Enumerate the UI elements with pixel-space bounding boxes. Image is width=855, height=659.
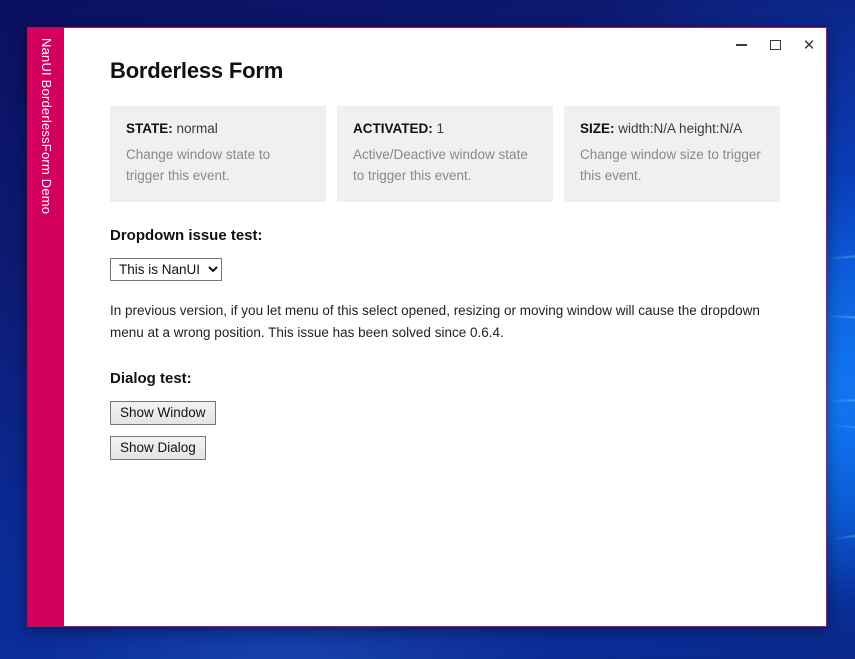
show-window-button[interactable]: Show Window [110,400,216,425]
card-description: Active/Deactive window state to trigger … [353,146,528,183]
card-description: Change window state to trigger this even… [126,146,271,183]
card-head: STATE: normal [126,120,310,138]
sidebar-title-label: NanUI BorderlessForm Demo [39,38,54,215]
dropdown-section: Dropdown issue test: This is NanUI In pr… [110,227,780,344]
desktop-background: NanUI BorderlessForm Demo ✕ Borderless F… [0,0,855,659]
card-head: SIZE: width:N/A height:N/A [580,120,764,138]
show-dialog-button[interactable]: Show Dialog [110,435,206,460]
close-icon: ✕ [802,36,816,54]
status-cards: STATE: normal Change window state to tri… [110,106,780,203]
close-button[interactable]: ✕ [792,30,826,60]
minimize-icon [735,44,747,46]
card-description: Change window size to trigger this event… [580,146,761,183]
maximize-icon [769,40,781,50]
card-key: ACTIVATED: [353,121,433,136]
card-value: width:N/A height:N/A [618,121,743,136]
wallpaper-streak [824,423,855,438]
page-body: Borderless Form STATE: normal Change win… [64,28,826,460]
dropdown-note: In previous version, if you let menu of … [110,303,760,341]
page-title: Borderless Form [110,58,284,83]
card-key: STATE: [126,121,173,136]
wallpaper-streak [824,245,855,261]
dialog-section: Dialog test: Show Window Show Dialog [110,370,780,460]
wallpaper-streak [826,314,855,323]
card-head: ACTIVATED: 1 [353,120,537,138]
status-card-state: STATE: normal Change window state to tri… [110,106,326,203]
dropdown-section-heading: Dropdown issue test: [110,227,263,245]
status-card-size: SIZE: width:N/A height:N/A Change window… [564,106,780,203]
content-pane: ✕ Borderless Form STATE: normal Change w… [64,28,826,626]
wallpaper-streak [830,521,855,540]
dropdown-select[interactable]: This is NanUI [110,258,222,282]
wallpaper-streak [828,395,855,403]
application-window: NanUI BorderlessForm Demo ✕ Borderless F… [27,27,827,627]
card-key: SIZE: [580,121,615,136]
maximize-button[interactable] [758,30,792,60]
vertical-sidebar: NanUI BorderlessForm Demo [28,28,64,626]
card-value: 1 [436,121,445,136]
window-controls: ✕ [724,28,826,62]
status-card-activated: ACTIVATED: 1 Active/Deactive window stat… [337,106,553,203]
minimize-button[interactable] [724,30,758,60]
card-value: normal [176,121,218,136]
dialog-section-heading: Dialog test: [110,369,192,387]
